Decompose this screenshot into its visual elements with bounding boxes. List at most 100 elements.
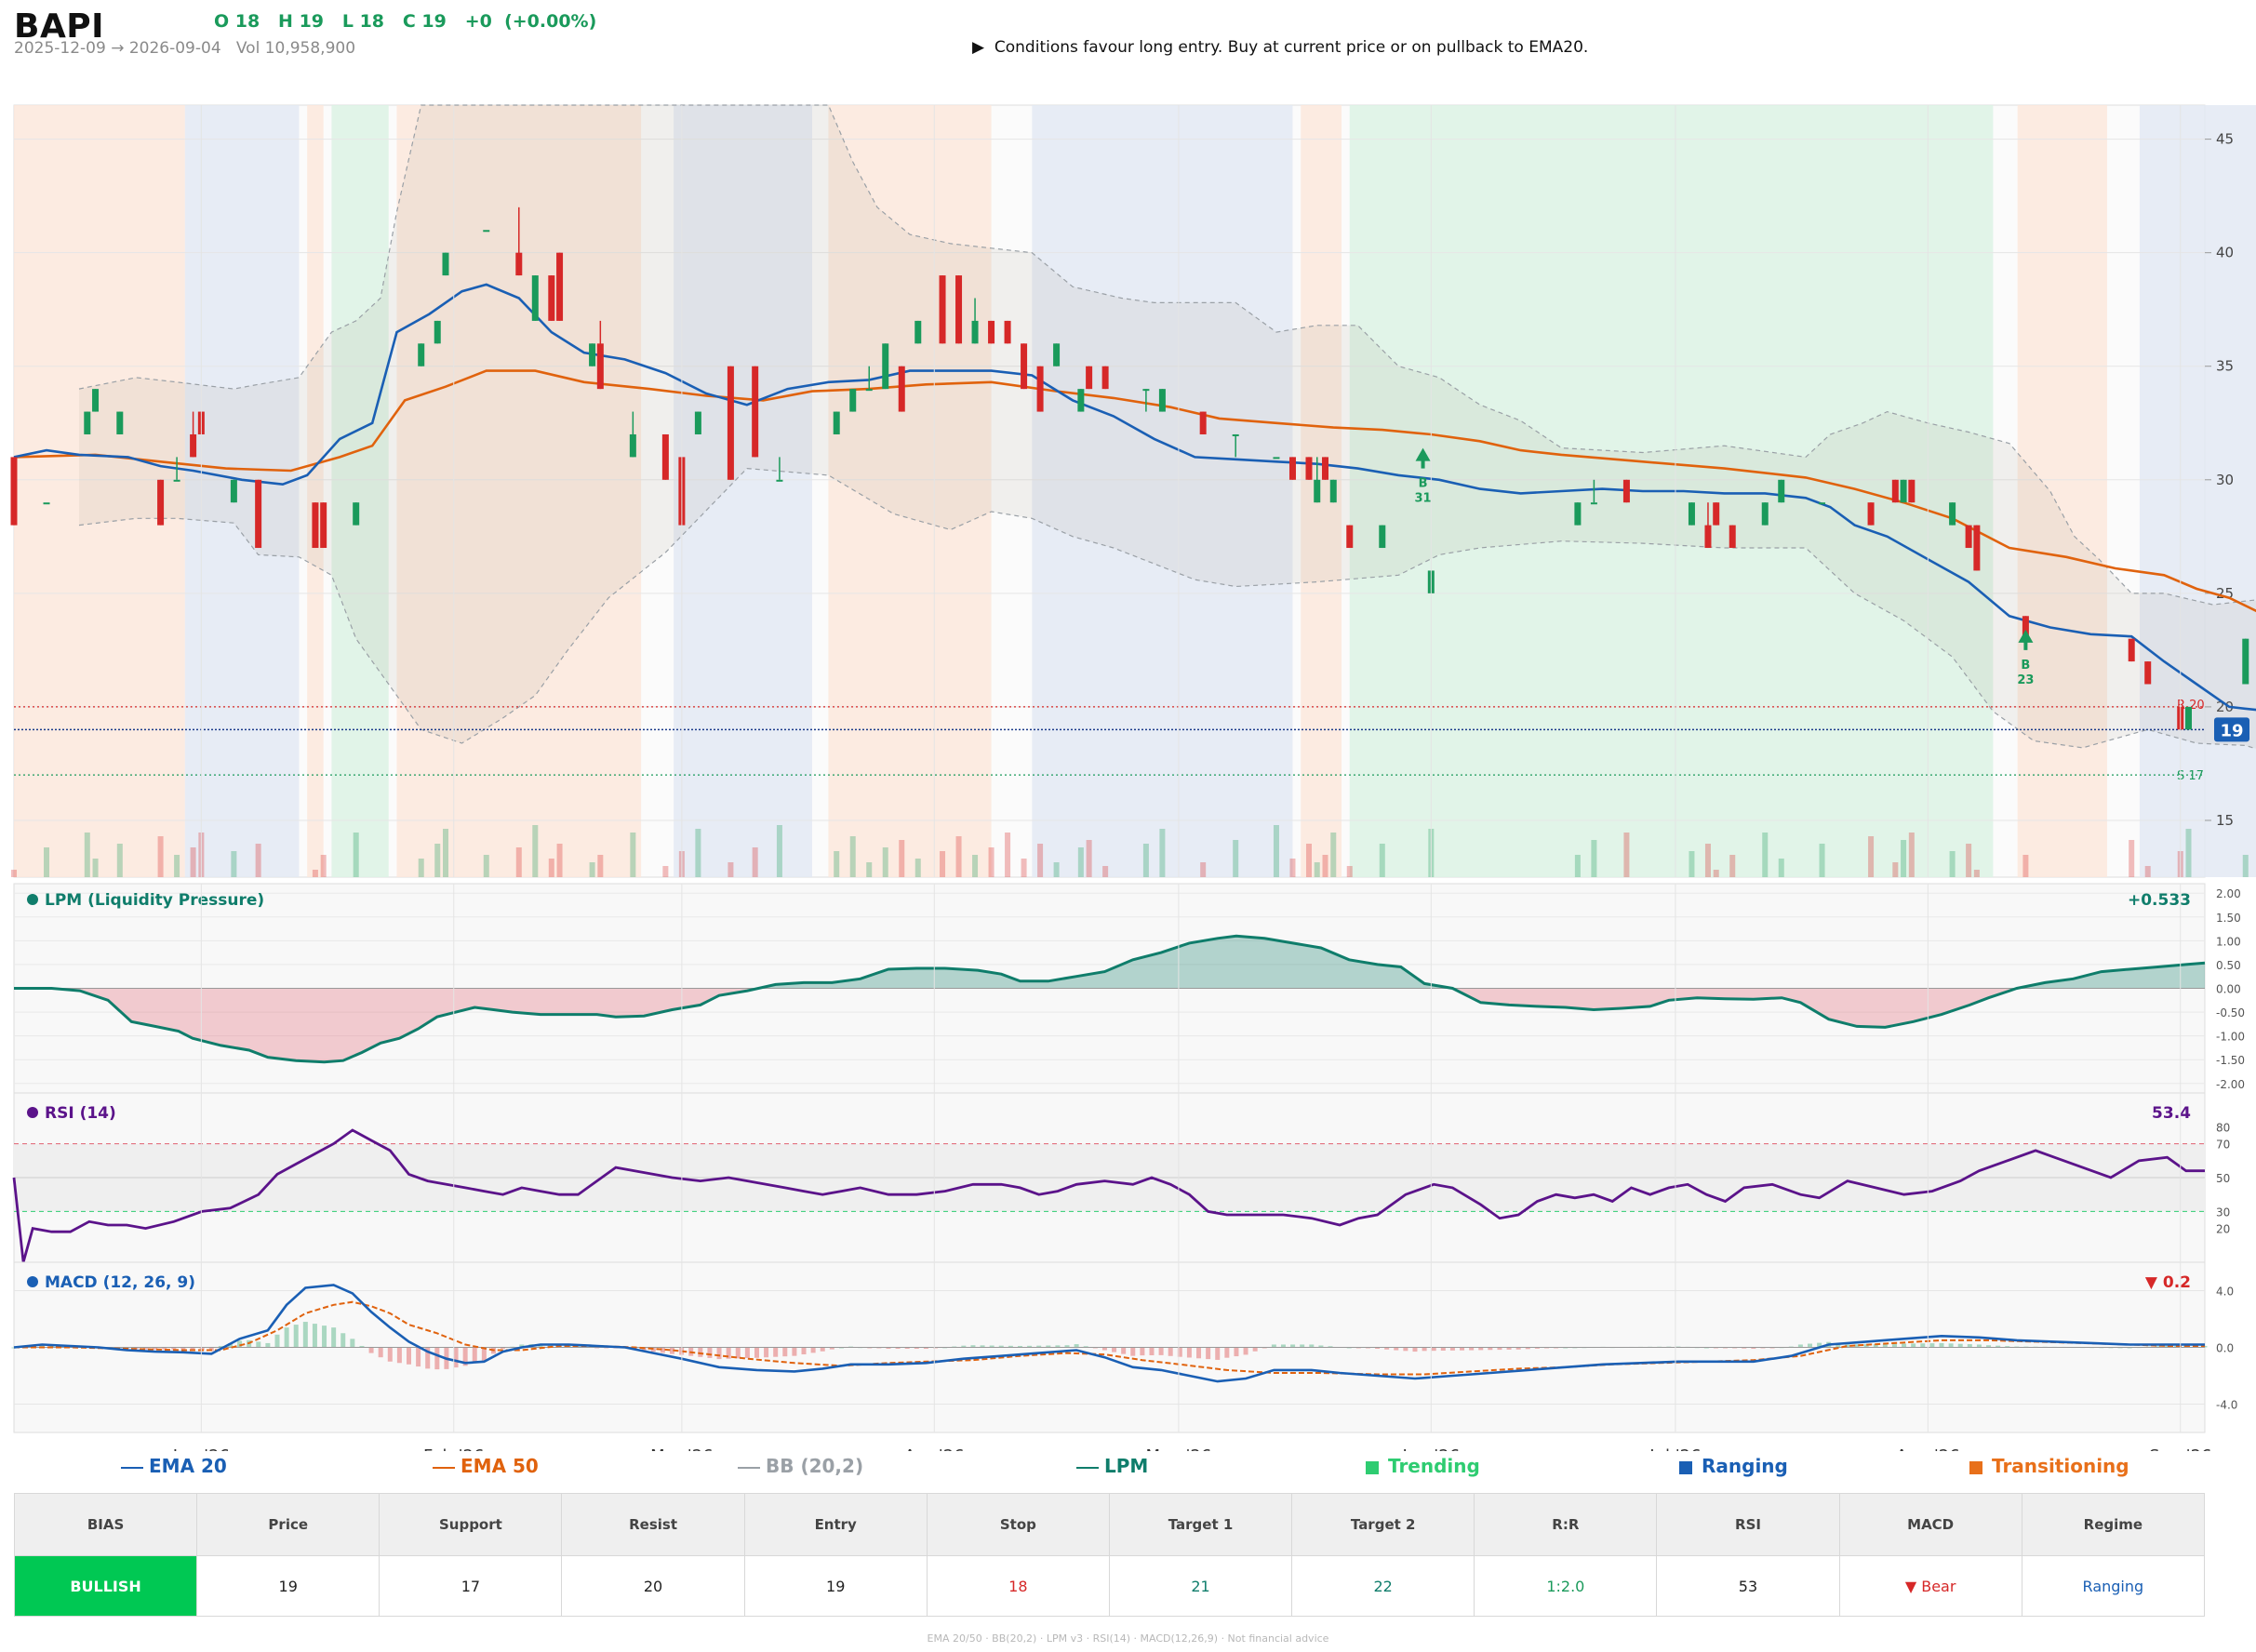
column-header: Resist (561, 1493, 745, 1556)
volume-bar (914, 859, 921, 877)
macd-title: MACD (12, 26, 9) (45, 1273, 195, 1292)
macd-histogram-bar (1196, 1347, 1202, 1359)
candle-body (556, 252, 564, 321)
volume-bar (752, 847, 758, 877)
macd-histogram-bar (1807, 1343, 1812, 1348)
macd-histogram-bar (1412, 1347, 1418, 1352)
volume-bar (11, 870, 17, 877)
legend-item-ema-50: EMA 50 (433, 1455, 539, 1477)
macd-histogram-bar (1158, 1347, 1164, 1355)
macd-histogram-bar (396, 1347, 402, 1364)
candle-body (1036, 366, 1044, 412)
candle-body (255, 479, 262, 549)
y-tick-label: 4.0 (2216, 1286, 2234, 1299)
macd-histogram-bar (773, 1347, 779, 1357)
candle-body (1908, 479, 1916, 503)
column-header: Entry (743, 1493, 928, 1556)
macd-histogram-bar (707, 1347, 713, 1358)
volume-bar (1005, 833, 1011, 877)
column-header: BIAS (13, 1493, 198, 1556)
volume-bar (483, 855, 489, 877)
y-tick-label: -1.00 (2216, 1031, 2245, 1044)
y-tick-label: 15 (2216, 812, 2234, 829)
column-header: Regime (2021, 1493, 2206, 1556)
macd-histogram-bar (1140, 1347, 1145, 1356)
candle-body (1688, 502, 1695, 526)
y-tick-label: 30 (2216, 472, 2234, 488)
volume-bar (1623, 833, 1630, 877)
volume-bar (1689, 851, 1695, 877)
buy-marker-letter: B (2021, 659, 2030, 673)
candle-body (1288, 457, 1296, 480)
y-tick-label: -2.00 (2216, 1078, 2245, 1091)
candle-body (1004, 320, 1011, 344)
volume-bar (2242, 855, 2249, 877)
volume-bar (1729, 855, 1736, 877)
y-tick-label: -0.50 (2216, 1006, 2245, 1019)
macd-histogram-bar (1902, 1343, 1907, 1348)
volume-bar (190, 847, 196, 877)
macd-histogram-bar (1224, 1347, 1230, 1358)
candle-body (1590, 502, 1597, 505)
volume-bar (630, 833, 636, 877)
volume-bar (1973, 870, 1980, 877)
footer-note: EMA 20/50 · BB(20,2) · LPM v3 · RSI(14) … (927, 1632, 1329, 1645)
volume-bar (849, 836, 856, 877)
column-header: R:R (1474, 1493, 1658, 1556)
macd-histogram-bar (368, 1347, 374, 1353)
macd-histogram-bar (1422, 1347, 1427, 1352)
legend-label: Ranging (1702, 1455, 1788, 1477)
y-tick-label: 0.50 (2216, 959, 2241, 972)
macd-histogram-bar (274, 1334, 280, 1348)
macd-histogram-bar (1130, 1347, 1136, 1356)
candle-body (727, 366, 734, 480)
table-header-row: BIAS Price Support Resist Entry Stop Target 1T… (13, 1493, 2206, 1556)
candle-body (442, 252, 449, 276)
volume-bar (866, 862, 873, 877)
y-tick-label: 50 (2216, 1172, 2230, 1185)
legend-line-swatch (1076, 1466, 1099, 1469)
volume-bar (442, 829, 448, 877)
candle-body (1329, 479, 1337, 503)
table-cell: 18 (926, 1555, 1110, 1617)
last-price-label: 19 (2220, 721, 2243, 740)
volume-bar (597, 855, 604, 877)
macd-histogram-bar (1186, 1347, 1192, 1358)
macd-histogram-bar (801, 1347, 807, 1355)
y-tick-label: -4.0 (2216, 1399, 2237, 1412)
candle-body (92, 389, 100, 412)
macd-histogram-bar (1939, 1342, 1944, 1348)
y-tick-label: 0.0 (2216, 1342, 2234, 1355)
table-cell: 17 (379, 1555, 563, 1617)
macd-histogram-bar (1121, 1347, 1127, 1354)
column-header: Support (379, 1493, 563, 1556)
legend-item-lpm: LPM (1076, 1455, 1148, 1477)
volume-bar (1305, 844, 1312, 877)
volume-bar (1086, 840, 1092, 877)
candle-body (1379, 525, 1386, 549)
candle-body (1086, 366, 1093, 390)
candle-body (971, 320, 979, 344)
volume-bar (231, 851, 237, 877)
candle-body (10, 457, 18, 526)
candle-body (865, 389, 873, 392)
candle-body (1867, 502, 1875, 526)
volume-bar (1346, 866, 1353, 877)
macd-last-value: ▼ 0.2 (2145, 1273, 2191, 1292)
rsi-panel: 80 70 50 30 20 RSI (14) 53.4 (12, 1092, 2230, 1263)
volume-bar (1330, 833, 1337, 877)
rsi-dot-icon (27, 1107, 38, 1118)
macd-histogram-bar (1234, 1347, 1239, 1357)
volume-bar (1762, 833, 1769, 877)
chart-canvas[interactable]: 15202530354045R 20S 1719B31B23S16-30.4%B… (0, 0, 2256, 1451)
legend-item-transitioning: Transitioning (1969, 1455, 2129, 1477)
macd-dot-icon (27, 1276, 38, 1287)
y-tick-label: 35 (2216, 358, 2234, 375)
candle-body (434, 320, 441, 344)
candle-body (1314, 479, 1321, 503)
price-panel: 15202530354045R 20S 1719B31B23S16-30.4%B… (10, 104, 2256, 878)
macd-histogram-bar (698, 1347, 703, 1357)
volume-bar (1868, 836, 1875, 877)
candle-body (1021, 343, 1028, 390)
candle-body (173, 479, 180, 482)
